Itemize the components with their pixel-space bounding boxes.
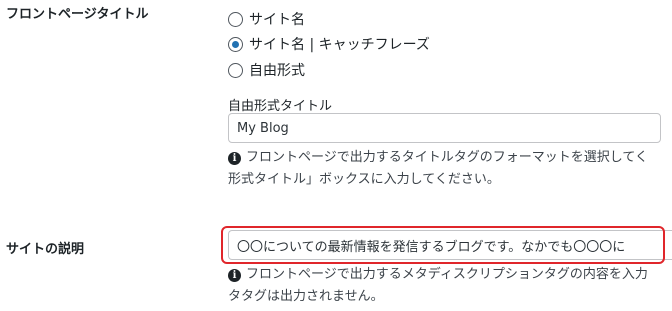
radio-free-form-button[interactable] <box>228 62 243 78</box>
settings-page: フロントページタイトル サイト名 サイト名 | キャッチフレーズ 自由形式 自由… <box>0 0 672 311</box>
free-title-field-label: 自由形式タイトル <box>228 99 333 114</box>
front-page-title-help-line1: フロントページで出力するタイトルタグのフォーマットを選択してく <box>246 150 648 165</box>
front-page-title-help-line2: 形式タイトル」ボックスに入力してください。 <box>228 172 500 187</box>
radio-option-site-name[interactable]: サイト名 <box>228 9 305 29</box>
info-icon: i <box>228 268 241 282</box>
radio-site-name-tagline-label: サイト名 | キャッチフレーズ <box>249 37 430 53</box>
site-description-label: サイトの説明 <box>6 242 85 257</box>
radio-site-name-tagline-button[interactable] <box>228 36 243 52</box>
radio-option-free-form[interactable]: 自由形式 <box>228 60 305 80</box>
radio-free-form-label: 自由形式 <box>249 63 305 79</box>
radio-site-name-button[interactable] <box>228 11 243 27</box>
info-icon: i <box>228 151 241 165</box>
site-description-input[interactable] <box>228 230 672 260</box>
site-description-help-line1: フロントページで出力するメタディスクリプションタグの内容を入力 <box>246 267 648 282</box>
front-page-title-help: i フロントページで出力するタイトルタグのフォーマットを選択してく 形式タイトル… <box>228 147 672 191</box>
free-title-input[interactable] <box>228 113 661 143</box>
site-description-help-line2: タタグは出力されません。 <box>228 289 384 304</box>
front-page-title-label: フロントページタイトル <box>6 7 149 22</box>
radio-option-site-name-tagline[interactable]: サイト名 | キャッチフレーズ <box>228 34 430 54</box>
radio-site-name-label: サイト名 <box>249 12 305 28</box>
site-description-help: i フロントページで出力するメタディスクリプションタグの内容を入力 タタグは出力… <box>228 264 672 308</box>
